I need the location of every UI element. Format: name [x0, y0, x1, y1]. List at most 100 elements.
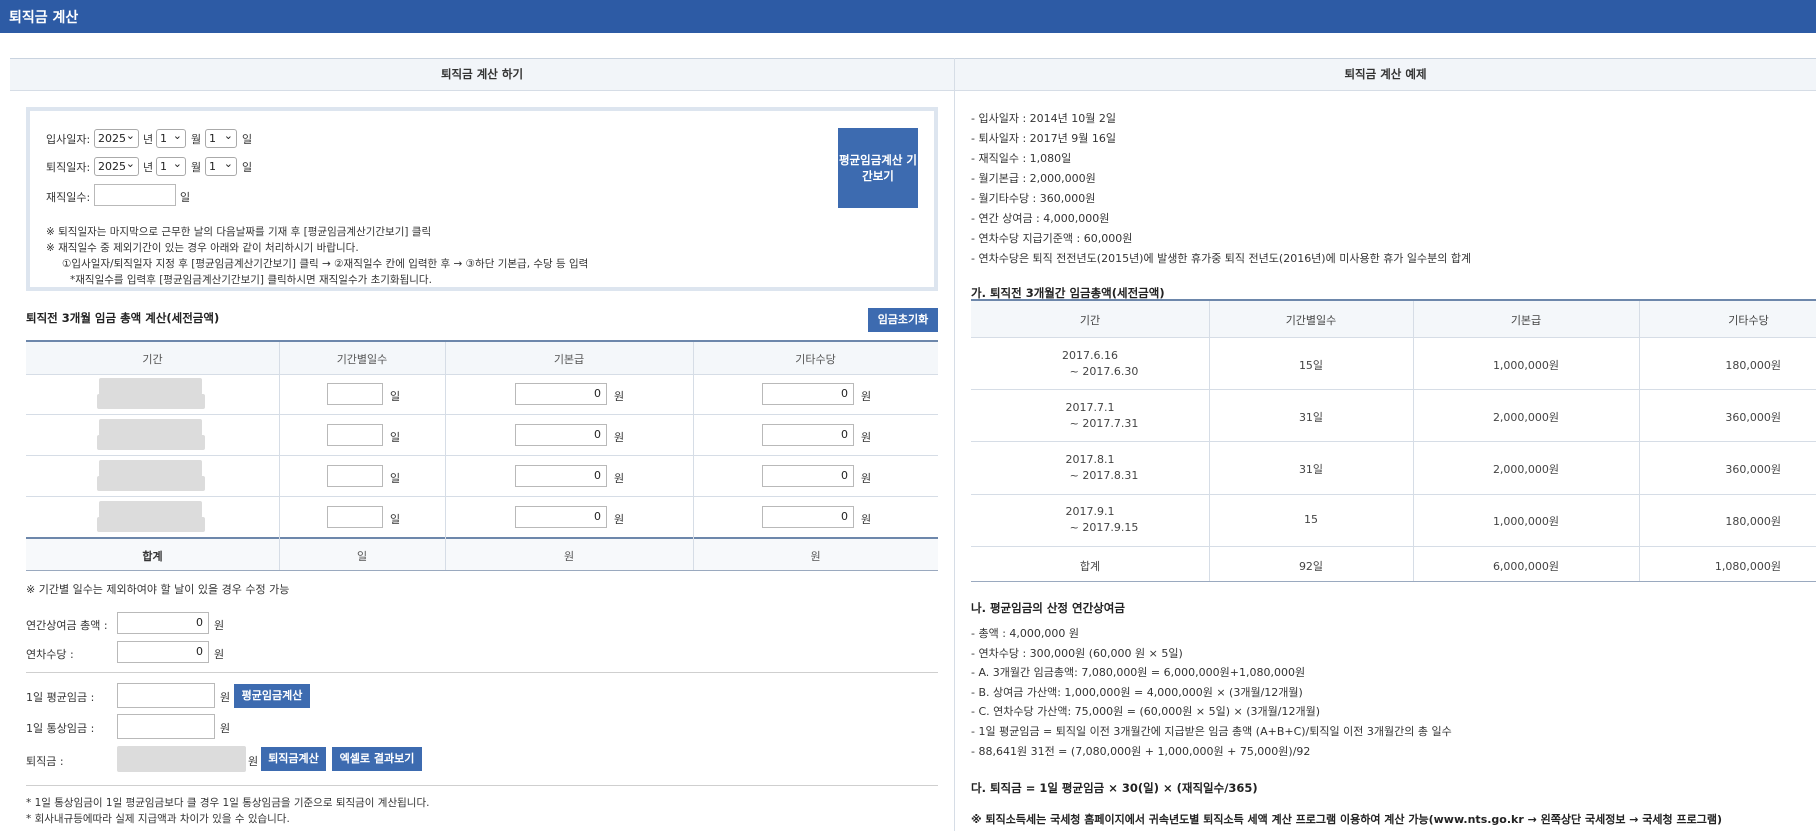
excel-result-button[interactable]: 엑셀로 결과보기 — [332, 747, 422, 771]
other-pay-input[interactable]: 0 — [762, 506, 854, 528]
severance-calc-button[interactable]: 퇴직금계산 — [261, 747, 326, 771]
period-placeholder — [97, 435, 205, 450]
won-unit: 원 — [614, 513, 625, 526]
base-pay-input[interactable]: 0 — [515, 506, 607, 528]
example-base: 1,000,000원 — [1492, 359, 1560, 372]
note-3: ①입사일자/퇴직일자 지정 후 [평균임금계산기간보기] 클릭 → ②재직일수 … — [62, 258, 589, 270]
period-days-input[interactable] — [327, 506, 383, 528]
end-year-select[interactable]: 2025 — [94, 155, 139, 176]
period-placeholder — [99, 419, 202, 436]
example-info-4: - 월기본급 : 2,000,000원 — [971, 172, 1096, 185]
separator — [26, 785, 938, 786]
col-divider — [1639, 301, 1640, 581]
year-unit: 년 — [143, 133, 154, 146]
calc-line-4: - B. 상여금 가산액: 1,000,000원 = 4,000,000원 × … — [971, 686, 1303, 699]
other-pay-input[interactable]: 0 — [762, 465, 854, 487]
col-base-header: 기본급 — [553, 353, 585, 366]
base-pay-input[interactable]: 0 — [515, 383, 607, 405]
period-days-input[interactable] — [327, 465, 383, 487]
month-unit: 월 — [191, 161, 202, 174]
row-divider — [971, 546, 1816, 547]
tax-note: ※ 퇴직소득세는 국세청 홈페이지에서 귀속년도별 퇴직소득 세액 계산 프로그… — [971, 813, 1723, 826]
total-label: 합계 — [142, 550, 163, 563]
annual-bonus-input[interactable]: 0 — [117, 612, 209, 634]
start-month-select[interactable]: 1 — [156, 127, 186, 148]
end-day-select[interactable]: 1 — [205, 155, 237, 176]
period-placeholder — [97, 394, 205, 409]
severance-result — [117, 746, 246, 772]
example-total-days: 92일 — [1298, 560, 1324, 573]
example-other: 360,000원 — [1725, 411, 1781, 424]
avg-wage-calc-button[interactable]: 평균임금계산 — [234, 684, 310, 708]
day-unit: 일 — [242, 133, 253, 146]
month-unit: 월 — [191, 133, 202, 146]
section-b-title: 나. 평균임금의 산정 연간상여금 — [971, 601, 1125, 615]
won-unit: 원 — [861, 431, 872, 444]
example-total-other: 1,080,000원 — [1714, 560, 1781, 573]
example-info-2: - 퇴사일자 : 2017년 9월 16일 — [971, 132, 1116, 145]
period-placeholder — [99, 460, 202, 477]
example-days: 15일 — [1298, 359, 1324, 372]
period-placeholder — [99, 378, 202, 395]
col-period-header: 기간 — [142, 353, 163, 366]
end-month-select[interactable]: 1 — [156, 155, 186, 176]
avg-wage-input[interactable] — [117, 683, 215, 708]
footnote-1: * 1일 통상임금이 1일 평균임금보다 클 경우 1일 통상임금을 기준으로 … — [26, 797, 430, 809]
example-total-base: 6,000,000원 — [1492, 560, 1560, 573]
total-base-unit: 원 — [563, 550, 575, 563]
won-unit: 원 — [614, 390, 625, 403]
row-divider — [26, 496, 938, 497]
table-bottom-border — [26, 570, 938, 571]
calc-panel-header: 퇴직금 계산 하기 — [10, 58, 954, 91]
base-pay-input[interactable]: 0 — [515, 465, 607, 487]
other-pay-input[interactable]: 0 — [762, 424, 854, 446]
tenure-days-input[interactable] — [94, 184, 176, 206]
tenure-days-label: 재직일수: — [46, 191, 91, 204]
row-divider — [26, 374, 938, 375]
view-period-button[interactable]: 평균임금계산 기간보기 — [838, 128, 918, 208]
example-period-start: 2017.6.16 — [1062, 349, 1118, 362]
note-1: ※ 퇴직일자는 마지막으로 근무한 날의 다음날짜를 기재 후 [평균임금계산기… — [46, 226, 432, 238]
example-info-6: - 연간 상여금 : 4,000,000원 — [971, 212, 1110, 225]
calc-line-6: - 1일 평균임금 = 퇴직일 이전 3개월간에 지급받은 임금 총액 (A+B… — [971, 725, 1452, 738]
period-days-input[interactable] — [327, 383, 383, 405]
won-unit: 원 — [214, 619, 225, 632]
other-pay-input[interactable]: 0 — [762, 383, 854, 405]
won-unit: 원 — [614, 431, 625, 444]
won-unit: 원 — [220, 722, 231, 735]
ordinary-wage-input[interactable] — [117, 714, 215, 739]
won-unit: 원 — [220, 691, 231, 704]
col-divider — [1413, 301, 1414, 581]
table-note: ※ 기간별 일수는 제외하여야 할 날이 있을 경우 수정 가능 — [26, 583, 290, 596]
ordinary-wage-label: 1일 통상임금 : — [26, 722, 95, 735]
col-days-header: 기간별일수 — [336, 353, 388, 366]
start-day-select[interactable]: 1 — [205, 127, 237, 148]
example-col-base: 기본급 — [1510, 314, 1542, 327]
base-pay-input[interactable]: 0 — [515, 424, 607, 446]
won-unit: 원 — [248, 755, 259, 768]
annual-leave-input[interactable]: 0 — [117, 641, 209, 663]
example-period-start: 2017.7.1 — [1065, 401, 1115, 414]
example-info-5: - 월기타수당 : 360,000원 — [971, 192, 1096, 205]
example-other: 360,000원 — [1725, 463, 1781, 476]
separator — [26, 672, 938, 673]
period-placeholder — [97, 476, 205, 491]
panel-divider — [954, 58, 955, 831]
calc-line-3: - A. 3개월간 임금총액: 7,080,000원 = 6,000,000원+… — [971, 666, 1306, 679]
example-other: 180,000원 — [1725, 515, 1781, 528]
example-col-days: 기간별일수 — [1285, 314, 1337, 327]
example-period-end: ~ 2017.8.31 — [1069, 469, 1139, 482]
example-period-end: ~ 2017.9.15 — [1069, 521, 1139, 534]
day-unit: 일 — [242, 161, 253, 174]
example-base: 1,000,000원 — [1492, 515, 1560, 528]
start-year-select[interactable]: 2025 — [94, 127, 139, 148]
annual-leave-label: 연차수당 : — [26, 648, 74, 661]
won-unit: 원 — [214, 648, 225, 661]
example-total-label: 합계 — [1079, 560, 1101, 573]
end-date-label: 퇴직일자: — [46, 161, 91, 174]
row-divider — [26, 414, 938, 415]
example-days: 31일 — [1298, 411, 1324, 424]
row-divider — [971, 494, 1816, 495]
reset-wage-button[interactable]: 임금초기화 — [868, 308, 938, 332]
period-days-input[interactable] — [327, 424, 383, 446]
